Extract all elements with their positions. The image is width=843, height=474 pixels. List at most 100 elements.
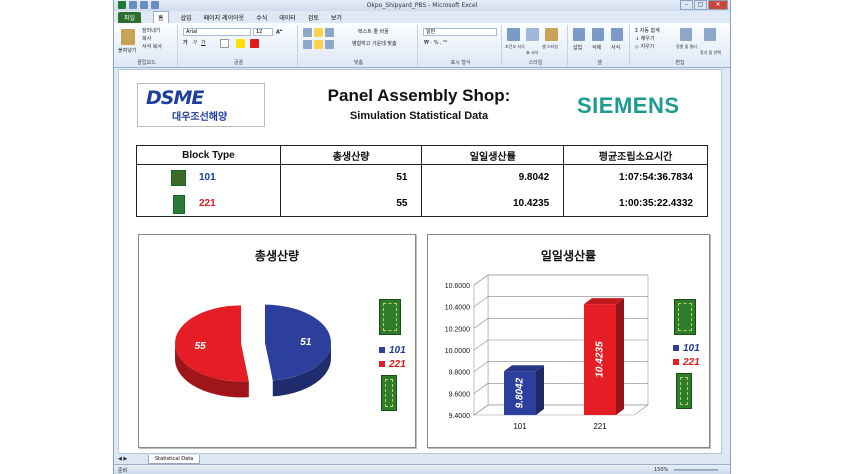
legend-item-221: 221 <box>673 357 700 368</box>
table-format-icon[interactable] <box>526 28 539 41</box>
dsme-logo-text: DSME <box>146 87 204 109</box>
bar-side-101 <box>536 365 544 415</box>
align-middle-icon[interactable] <box>314 28 323 37</box>
align-top-icon[interactable] <box>303 28 312 37</box>
worksheet[interactable]: DSME 대우조선해양 Panel Assembly Shop: Simulat… <box>118 69 722 454</box>
paste-button[interactable]: 붙여넣기 <box>118 47 136 54</box>
excel-window: Okpo_Shipyard_PBS - Microsoft Excel – □ … <box>113 0 731 474</box>
group-font: Arial 12 A▴ 가 가 가 글꼴 <box>180 25 298 66</box>
close-button[interactable]: ✕ <box>708 0 728 10</box>
underline-icon[interactable]: 가 <box>201 39 206 46</box>
sort-filter-icon[interactable] <box>680 28 692 41</box>
paste-icon[interactable] <box>121 29 135 45</box>
font-size-select[interactable]: 12 <box>253 28 273 36</box>
delete-button[interactable]: 삭제 <box>592 44 601 51</box>
group-clipboard: 붙여넣기 잘라내기 복사 서식 복사 클립보드 <box>116 25 178 66</box>
title-bar: Okpo_Shipyard_PBS - Microsoft Excel – □ … <box>114 0 730 11</box>
sheet-nav-icon[interactable]: ◀ ▶ <box>118 456 127 462</box>
fill-color-icon[interactable] <box>236 39 245 48</box>
block-pcb-icon <box>173 194 185 214</box>
zoom-slider[interactable] <box>674 469 718 471</box>
borders-icon[interactable] <box>220 39 229 48</box>
align-right-icon[interactable] <box>325 40 334 49</box>
group-styles: 조건부 서식 표 서식 셀 스타일 스타일 <box>504 25 568 66</box>
tab-insert[interactable]: 삽입 <box>181 13 192 22</box>
tab-view[interactable]: 보기 <box>331 13 342 22</box>
daily-rate-cell[interactable]: 9.8042 <box>421 164 565 191</box>
group-cells: 삽입 삭제 서식 셀 <box>570 25 630 66</box>
table-format-button[interactable]: 표 서식 <box>526 50 538 56</box>
merge-center-button[interactable]: 병합하고 가운데 맞춤 <box>352 40 397 47</box>
cut-button[interactable]: 잘라내기 <box>142 27 160 34</box>
clear-button[interactable]: ◇ 지우기 <box>635 43 654 50</box>
y-tick-label: 9.4000 <box>449 413 471 420</box>
y-tick-label: 10.2000 <box>445 326 470 333</box>
avg-time-cell[interactable]: 1:07:54:36.7834 <box>563 164 708 191</box>
y-tick-label: 9.6000 <box>449 391 471 398</box>
copy-button[interactable]: 복사 <box>142 35 151 42</box>
dsme-logo-korean: 대우조선해양 <box>172 112 228 123</box>
total-cell[interactable]: 51 <box>279 164 423 191</box>
bold-icon[interactable]: 가 <box>183 39 188 46</box>
status-bar: 준비 150% <box>114 464 730 474</box>
page-subtitle: Simulation Statistical Data <box>349 110 489 122</box>
cell-styles-button[interactable]: 셀 스타일 <box>542 44 558 50</box>
tab-file[interactable]: 파일 <box>118 11 142 23</box>
tab-formulas[interactable]: 수식 <box>256 13 267 22</box>
status-ready: 준비 <box>118 468 128 474</box>
conditional-format-button[interactable]: 조건부 서식 <box>505 44 525 50</box>
total-cell[interactable]: 55 <box>279 190 423 217</box>
align-center-icon[interactable] <box>314 40 323 49</box>
group-alignment: 텍스트 줄 바꿈 병합하고 가운데 맞춤 맞춤 <box>300 25 418 66</box>
format-button[interactable]: 서식 <box>611 44 620 51</box>
group-label: 셀 <box>597 60 602 66</box>
align-bottom-icon[interactable] <box>325 28 334 37</box>
insert-cells-icon[interactable] <box>573 28 585 41</box>
align-left-icon[interactable] <box>303 40 312 49</box>
sheet-tab-statistical-data[interactable]: Statistical Data <box>148 455 201 464</box>
legend-item-101: 101 <box>673 343 700 354</box>
zoom-level[interactable]: 150% <box>654 467 668 473</box>
column-header: Block Type <box>136 145 281 165</box>
grow-font-icon[interactable]: A▴ <box>276 27 282 36</box>
dsme-logo: DSME 대우조선해양 <box>137 83 265 127</box>
group-editing: Σ 자동 합계 ↓ 채우기 ◇ 지우기 정렬 및 필터 찾기 및 선택 편집 <box>632 25 728 66</box>
conditional-format-icon[interactable] <box>507 28 520 41</box>
font-color-icon[interactable] <box>250 39 259 48</box>
tab-review[interactable]: 검토 <box>308 13 319 22</box>
y-tick-label: 10.0000 <box>445 348 470 355</box>
sort-filter-button[interactable]: 정렬 및 필터 <box>676 44 697 50</box>
wrap-text-button[interactable]: 텍스트 줄 바꿈 <box>358 28 389 35</box>
legend-pcb-icon <box>674 299 696 335</box>
minimize-button[interactable]: – <box>680 0 693 10</box>
ribbon: 붙여넣기 잘라내기 복사 서식 복사 클립보드 Arial 12 A▴ 가 가 … <box>114 23 730 68</box>
avg-time-cell[interactable]: 1:00:35:22.4332 <box>563 190 708 217</box>
block-type-cell[interactable]: 221 <box>136 190 281 217</box>
tab-page-layout[interactable]: 페이지 레이아웃 <box>204 13 245 22</box>
bar-data-label-101: 9.8042 <box>515 377 526 408</box>
find-select-icon[interactable] <box>704 28 716 41</box>
cell-styles-icon[interactable] <box>545 28 558 41</box>
pie-chart[interactable]: 총생산량 51 55 101 221 <box>138 234 416 448</box>
tab-home[interactable]: 홈 <box>153 11 169 23</box>
currency-icon[interactable]: ₩ · % , ⁰⁰ <box>424 40 447 46</box>
bar-chart-plot: 9.4000 9.6000 9.8000 10.0000 10.2000 10.4000 1… <box>445 274 649 431</box>
pie-chart-plot: 51 55 <box>175 304 331 398</box>
y-tick-label: 10.4000 <box>445 305 470 312</box>
autosum-button[interactable]: Σ 자동 합계 <box>635 27 660 34</box>
number-format-select[interactable]: 일반 <box>423 28 497 36</box>
format-painter-button[interactable]: 서식 복사 <box>142 43 162 50</box>
daily-rate-cell[interactable]: 10.4235 <box>421 190 565 217</box>
delete-cells-icon[interactable] <box>592 28 604 41</box>
font-name-select[interactable]: Arial <box>183 28 251 36</box>
italic-icon[interactable]: 가 <box>192 39 197 46</box>
fill-button[interactable]: ↓ 채우기 <box>635 35 655 42</box>
column-header: 총생산량 <box>279 145 423 165</box>
insert-button[interactable]: 삽입 <box>573 44 582 51</box>
format-cells-icon[interactable] <box>611 28 623 41</box>
find-select-button[interactable]: 찾기 및 선택 <box>700 50 721 56</box>
maximize-button[interactable]: □ <box>694 0 707 10</box>
tab-data[interactable]: 데이터 <box>279 13 296 22</box>
block-type-cell[interactable]: 101 <box>136 164 281 191</box>
bar-chart[interactable]: 일일생산률 9.4000 9.6000 9.8000 10.0000 10.2000 10… <box>427 234 710 448</box>
